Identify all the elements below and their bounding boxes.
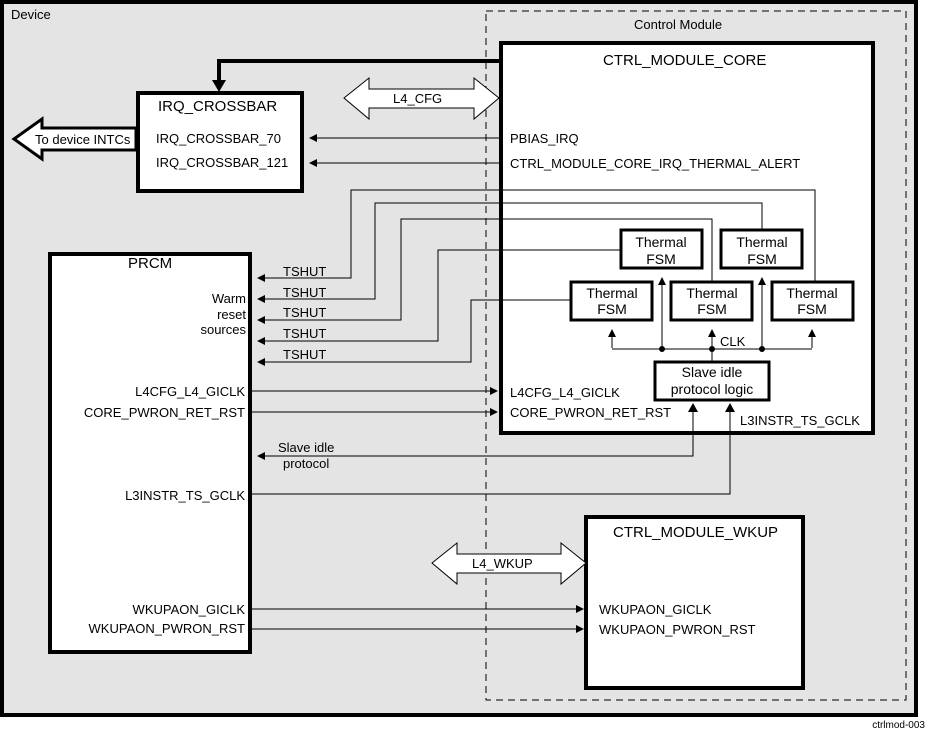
warm-reset-label-3: sources — [200, 322, 246, 337]
thermal-alert-label: CTRL_MODULE_CORE_IRQ_THERMAL_ALERT — [510, 156, 800, 171]
wkup-pwron-label: WKUPAON_PWRON_RST — [599, 622, 756, 637]
fsm-label-line2: FSM — [747, 251, 777, 267]
fsm-label-line2: FSM — [646, 251, 676, 267]
wkup-giclk-label: WKUPAON_GICLK — [599, 602, 712, 617]
prcm-pwron-label: CORE_PWRON_RET_RST — [84, 405, 245, 420]
prcm-slave-idle-1: Slave idle — [278, 440, 334, 455]
warm-reset-label-2: reset — [217, 307, 246, 322]
ctrl-module-core-title: CTRL_MODULE_CORE — [603, 52, 766, 69]
l4-wkup-label: L4_WKUP — [472, 556, 533, 571]
thermal-fsm-bottom-right: Thermal FSM — [770, 280, 855, 322]
prcm-wkupaon-pwron-label: WKUPAON_PWRON_RST — [89, 621, 246, 636]
device-label: Device — [11, 7, 51, 22]
ctrl-module-wkup-title: CTRL_MODULE_WKUP — [613, 524, 778, 541]
warm-reset-label-1: Warm — [212, 291, 246, 306]
fsm-label-line1: Thermal — [635, 234, 686, 250]
thermal-fsm-top-right: Thermal FSM — [719, 228, 804, 270]
prcm-wkupaon-giclk-label: WKUPAON_GICLK — [133, 602, 246, 617]
figure-id: ctrlmod-003 — [872, 720, 925, 730]
thermal-fsm-bottom-left: Thermal FSM — [569, 280, 654, 322]
tshut-label-2: TSHUT — [283, 285, 326, 300]
fsm-label-line2: FSM — [697, 301, 727, 317]
pbias-irq-label: PBIAS_IRQ — [510, 131, 579, 146]
fsm-label-line1: Thermal — [586, 285, 637, 301]
tshut-label-3: TSHUT — [283, 305, 326, 320]
irq-crossbar-70-label: IRQ_CROSSBAR_70 — [156, 131, 281, 146]
thermal-fsm-top-left: Thermal FSM — [619, 228, 704, 270]
tshut-label-4: TSHUT — [283, 326, 326, 341]
to-intcs-label: To device INTCs — [35, 132, 131, 147]
fsm-label-line2: FSM — [597, 301, 627, 317]
fsm-label-line2: FSM — [797, 301, 827, 317]
tshut-label-1: TSHUT — [283, 264, 326, 279]
l4-cfg-label: L4_CFG — [393, 91, 442, 106]
clk-junction — [659, 346, 665, 352]
fsm-label-line1: Thermal — [686, 285, 737, 301]
irq-crossbar-121-label: IRQ_CROSSBAR_121 — [156, 155, 288, 170]
core-pwron-label: CORE_PWRON_RET_RST — [510, 405, 671, 420]
prcm-slave-idle-2: protocol — [283, 456, 329, 471]
prcm-l3instr-label: L3INSTR_TS_GCLK — [125, 488, 245, 503]
slave-idle-line2: protocol logic — [671, 381, 754, 397]
core-l3instr-label: L3INSTR_TS_GCLK — [740, 413, 860, 428]
prcm-l4cfg-label: L4CFG_L4_GICLK — [135, 384, 245, 399]
prcm-title: PRCM — [128, 255, 172, 272]
control-module-diagram: Device Control Module CTRL_MODULE_CORE P… — [0, 0, 925, 730]
tshut-label-5: TSHUT — [283, 347, 326, 362]
clk-junction — [759, 346, 765, 352]
clk-label: CLK — [720, 334, 746, 349]
core-l4cfg-label: L4CFG_L4_GICLK — [510, 385, 620, 400]
fsm-label-line1: Thermal — [786, 285, 837, 301]
thermal-fsm-bottom-middle: Thermal FSM — [669, 280, 754, 322]
slave-idle-line1: Slave idle — [682, 364, 743, 380]
control-module-label: Control Module — [634, 17, 722, 32]
fsm-label-line1: Thermal — [736, 234, 787, 250]
irq-crossbar-title: IRQ_CROSSBAR — [158, 98, 277, 115]
clk-junction — [709, 346, 715, 352]
